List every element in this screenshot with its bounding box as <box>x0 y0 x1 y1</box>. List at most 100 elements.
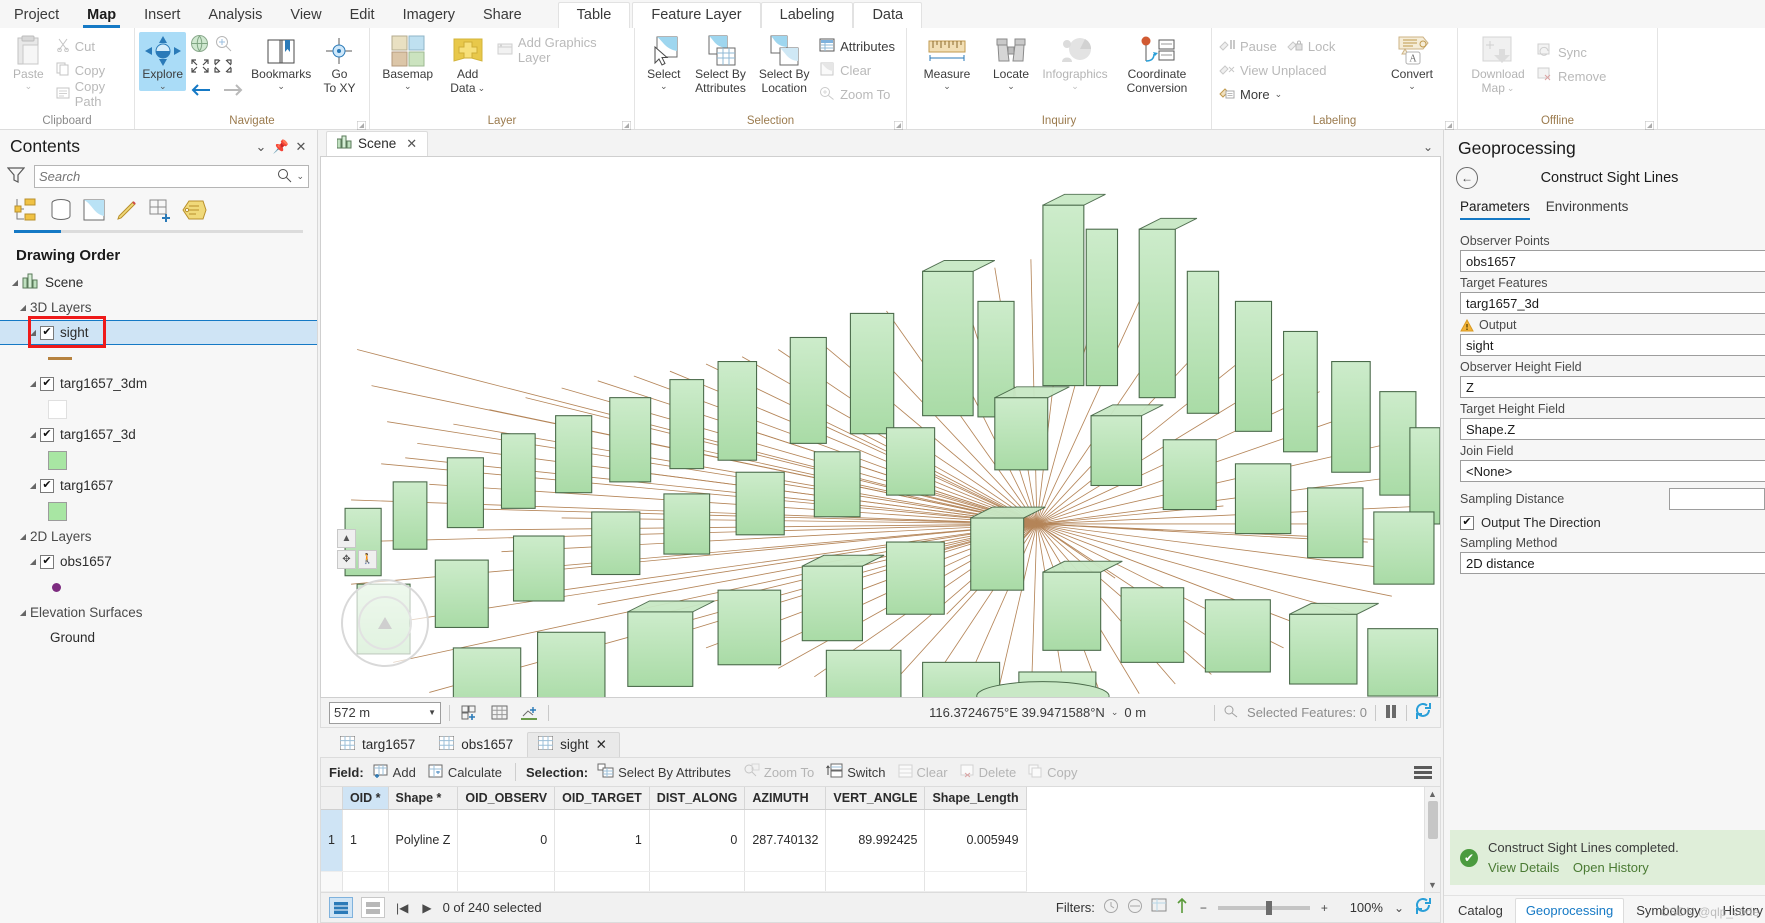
ribbon-tab-imagery[interactable]: Imagery <box>389 4 469 28</box>
open-history-link[interactable]: Open History <box>1573 860 1649 875</box>
list-by-labeling-icon[interactable] <box>181 198 207 225</box>
clear-selection-button[interactable]: Clear <box>816 58 902 82</box>
layer-dialog-launcher-icon[interactable] <box>621 118 632 131</box>
zoom-out-arrows-icon[interactable] <box>213 58 233 77</box>
dock-tab-history[interactable]: History <box>1713 899 1765 923</box>
grid-vertical-scrollbar[interactable]: ▲ ▼ <box>1424 787 1440 892</box>
cell-oid[interactable]: 1 <box>342 809 389 872</box>
search-chevron-down-icon[interactable]: ⌄ <box>292 171 304 182</box>
input-sampling-distance[interactable] <box>1669 488 1765 510</box>
table-tab-obs1657[interactable]: obs1657 <box>429 733 525 757</box>
expand-arrow-icon[interactable]: ◢ <box>26 481 40 490</box>
cell-oid-target[interactable] <box>554 871 650 892</box>
dock-tab-catalog[interactable]: Catalog <box>1448 899 1513 923</box>
labeling-dialog-launcher-icon[interactable] <box>1444 118 1455 131</box>
copy-path-button[interactable]: Copy Path <box>53 79 130 109</box>
pause-drawing-icon[interactable] <box>1384 704 1398 722</box>
scene-view[interactable]: ▲ ✥ 🚶 <box>320 156 1441 698</box>
sync-button[interactable]: Sync <box>1534 40 1613 64</box>
scroll-down-icon[interactable]: ▼ <box>1428 880 1437 890</box>
tab-environments[interactable]: Environments <box>1546 199 1629 220</box>
calculate-field-button[interactable]: Calculate <box>425 764 505 781</box>
layer-checkbox-targ1657-3dm[interactable]: ✔ <box>40 376 54 391</box>
table-tab-sight[interactable]: sight ✕ <box>527 732 620 757</box>
locate-chevron-down-icon[interactable]: ⌄ <box>1007 81 1015 91</box>
view-tab-chevron-down-icon[interactable]: ⌄ <box>1423 140 1443 156</box>
scroll-up-icon[interactable]: ▲ <box>1428 789 1437 799</box>
select-by-attributes-button[interactable]: Select By Attributes <box>689 32 753 96</box>
cell-vert-angle[interactable] <box>825 871 926 892</box>
ribbon-tab-share[interactable]: Share <box>469 4 536 28</box>
view-details-link[interactable]: View Details <box>1488 860 1559 875</box>
next-extent-icon[interactable] <box>222 82 244 101</box>
cell-oid-observ[interactable] <box>457 871 556 892</box>
tree-item-elevation-surfaces[interactable]: ◢ Elevation Surfaces <box>0 600 317 625</box>
filter-extent-icon[interactable] <box>1151 898 1167 917</box>
column-header-oid[interactable]: OID * <box>342 787 389 810</box>
infographics-chevron-down-icon[interactable]: ⌄ <box>1071 81 1079 91</box>
input-target-features[interactable]: targ1657_3d <box>1460 292 1765 314</box>
cell-azimuth[interactable] <box>744 871 827 892</box>
column-header-shape[interactable]: Shape * <box>388 787 459 810</box>
scene-pan-up-icon[interactable]: ▲ <box>337 529 356 548</box>
output-direction-row[interactable]: ✔ Output The Direction <box>1460 510 1765 532</box>
cell-shape[interactable] <box>388 871 459 892</box>
tree-item-obs1657[interactable]: ◢ ✔ obs1657 <box>0 549 317 574</box>
select-by-location-button[interactable]: Select By Location <box>752 32 816 96</box>
clear-selection-button[interactable]: Clear <box>895 764 951 781</box>
scale-selector[interactable]: 572 m ▼ <box>329 701 441 724</box>
layer-checkbox-targ1657-3d[interactable]: ✔ <box>40 427 54 442</box>
row-header[interactable] <box>321 871 343 892</box>
expand-arrow-icon[interactable]: ◢ <box>16 303 30 312</box>
scene-navigator-inner[interactable] <box>358 596 412 650</box>
ribbon-tab-table[interactable]: Table <box>557 2 631 28</box>
column-header-dist-along[interactable]: DIST_ALONG <box>649 787 746 810</box>
close-icon[interactable]: ✕ <box>596 737 607 753</box>
explore-chevron-down-icon[interactable]: ⌄ <box>159 81 167 91</box>
ribbon-tab-insert[interactable]: Insert <box>130 4 194 28</box>
cell-oid-observ[interactable]: 0 <box>457 809 556 872</box>
add-elevation-icon[interactable] <box>518 702 540 724</box>
more-chevron-down-icon[interactable]: ⌄ <box>1275 89 1283 99</box>
zoom-chevron-down-icon[interactable]: ⌄ <box>1391 901 1407 915</box>
select-chevron-down-icon[interactable]: ⌄ <box>660 81 668 91</box>
zoom-out-button[interactable]: − <box>1197 901 1210 915</box>
coordinate-format-chevron-down-icon[interactable]: ⌄ <box>1111 707 1119 718</box>
column-header-oid-observ[interactable]: OID_OBSERV <box>457 787 556 810</box>
refresh-icon[interactable] <box>1415 702 1432 722</box>
column-header-vert-angle[interactable]: VERT_ANGLE <box>825 787 926 810</box>
tree-item-ground[interactable]: Ground <box>0 625 317 650</box>
expand-arrow-icon[interactable]: ◢ <box>26 328 40 337</box>
scene-walk-icon[interactable]: 🚶 <box>358 550 377 569</box>
cut-button[interactable]: Cut <box>53 34 130 58</box>
contents-close-icon[interactable]: ✕ <box>291 139 311 155</box>
add-data-button[interactable]: Add Data ⌄ <box>441 32 494 96</box>
pause-labeling-button[interactable]: Pause <box>1216 34 1284 58</box>
input-output[interactable]: sight <box>1460 334 1765 356</box>
related-data-view-button[interactable] <box>361 897 385 918</box>
ribbon-tab-analysis[interactable]: Analysis <box>194 4 276 28</box>
cell-vert-angle[interactable]: 89.992425 <box>825 809 926 872</box>
ribbon-tab-labeling[interactable]: Labeling <box>760 2 854 28</box>
cell-shape[interactable]: Polyline Z <box>388 809 459 872</box>
table-tab-targ1657[interactable]: targ1657 <box>330 733 427 757</box>
add-vertical-exaggeration-icon[interactable] <box>458 702 480 724</box>
expand-arrow-icon[interactable]: ◢ <box>16 608 30 617</box>
full-extent-icon[interactable] <box>190 34 209 56</box>
select-button[interactable]: Select ⌄ <box>639 32 689 91</box>
view-tab-scene[interactable]: Scene ✕ <box>326 131 429 156</box>
ribbon-tab-data[interactable]: Data <box>853 2 923 28</box>
filter-selection-icon[interactable] <box>1175 897 1189 917</box>
expand-arrow-icon[interactable]: ◢ <box>26 430 40 439</box>
list-by-selection-icon[interactable] <box>82 198 106 225</box>
expand-arrow-icon[interactable]: ◢ <box>26 557 40 566</box>
lock-labeling-button[interactable]: Lock <box>1284 34 1342 58</box>
measure-button[interactable]: Measure ⌄ <box>911 32 983 91</box>
basemap-chevron-down-icon[interactable]: ⌄ <box>404 81 412 91</box>
tree-item-scene[interactable]: ◢ Scene <box>0 270 317 295</box>
cell-shape-length[interactable]: 0.005949 <box>924 809 1027 872</box>
cell-dist-along[interactable] <box>649 871 746 892</box>
list-by-snapping-icon[interactable] <box>148 198 172 225</box>
checkbox-output-direction[interactable]: ✔ <box>1460 515 1474 530</box>
fixed-zoom-icon[interactable] <box>214 34 233 56</box>
